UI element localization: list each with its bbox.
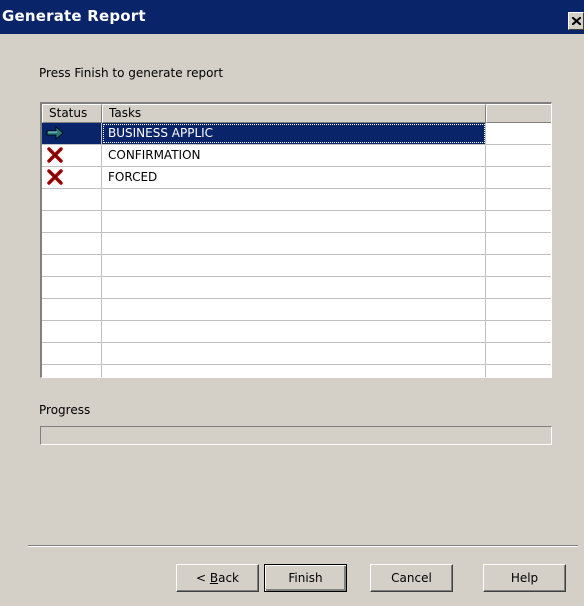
back-label-rest: ack	[218, 571, 239, 585]
help-button[interactable]: Help	[483, 564, 566, 592]
close-icon	[572, 17, 581, 25]
task-cell: CONFIRMATION	[102, 145, 486, 166]
title-bar: Generate Report	[0, 0, 584, 34]
extra-cell	[486, 123, 551, 144]
task-cell	[102, 233, 486, 254]
task-cell	[102, 321, 486, 342]
task-cell	[102, 211, 486, 232]
extra-cell	[486, 255, 551, 276]
button-separator-highlight	[28, 546, 578, 547]
task-cell: BUSINESS APPLIC	[102, 123, 486, 144]
extra-cell	[486, 277, 551, 298]
table-row[interactable]	[42, 233, 551, 255]
table-row[interactable]	[42, 277, 551, 299]
table-row[interactable]	[42, 343, 551, 365]
task-cell	[102, 189, 486, 210]
status-cell	[42, 299, 102, 320]
task-cell	[102, 277, 486, 298]
task-cell: FORCED	[102, 167, 486, 188]
back-label-accelerator: B	[209, 571, 219, 585]
window-title: Generate Report	[2, 7, 146, 25]
status-cell	[42, 167, 102, 188]
status-cell	[42, 365, 102, 377]
column-header-extra[interactable]	[486, 104, 551, 123]
task-cell	[102, 255, 486, 276]
instruction-text: Press Finish to generate report	[39, 66, 224, 80]
table-row[interactable]	[42, 321, 551, 343]
task-cell	[102, 365, 486, 377]
table-row[interactable]	[42, 211, 551, 233]
finish-button[interactable]: Finish	[264, 564, 347, 592]
back-label-prefix: <	[195, 571, 210, 585]
cancel-button[interactable]: Cancel	[370, 564, 453, 592]
close-button[interactable]	[568, 12, 584, 30]
table-row[interactable]: FORCED	[42, 167, 551, 189]
extra-cell	[486, 343, 551, 364]
status-cell	[42, 189, 102, 210]
table-row[interactable]: BUSINESS APPLIC	[42, 123, 551, 145]
back-button[interactable]: < Back	[176, 564, 259, 592]
task-cell	[102, 343, 486, 364]
extra-cell	[486, 189, 551, 210]
progress-bar	[40, 426, 552, 445]
table-row[interactable]	[42, 365, 551, 377]
status-cell	[42, 343, 102, 364]
status-cell	[42, 123, 102, 144]
progress-label: Progress	[39, 403, 91, 417]
status-cell	[42, 145, 102, 166]
extra-cell	[486, 321, 551, 342]
table-row[interactable]	[42, 255, 551, 277]
extra-cell	[486, 145, 551, 166]
extra-cell	[486, 299, 551, 320]
status-cell	[42, 255, 102, 276]
table-row[interactable]	[42, 189, 551, 211]
status-cell	[42, 233, 102, 254]
table-row[interactable]: CONFIRMATION	[42, 145, 551, 167]
status-cell	[42, 211, 102, 232]
table-row[interactable]	[42, 299, 551, 321]
list-rows: BUSINESS APPLIC CONFIRMATION FORCED	[42, 123, 551, 377]
task-list[interactable]: Status Tasks BUSINESS APPLIC CONFIRMATION…	[40, 102, 552, 378]
extra-cell	[486, 233, 551, 254]
task-cell	[102, 299, 486, 320]
extra-cell	[486, 211, 551, 232]
status-cell	[42, 321, 102, 342]
status-cell	[42, 277, 102, 298]
column-header-tasks[interactable]: Tasks	[102, 104, 486, 123]
extra-cell	[486, 365, 551, 377]
extra-cell	[486, 167, 551, 188]
list-header: Status Tasks	[42, 104, 551, 123]
column-header-status[interactable]: Status	[42, 104, 102, 123]
